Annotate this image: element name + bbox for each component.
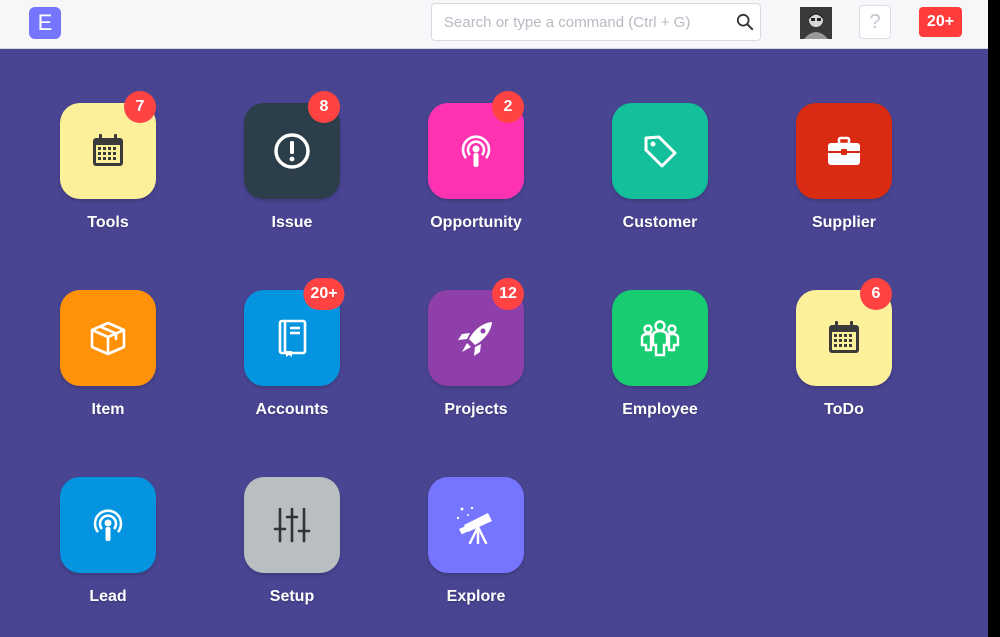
calendar-icon: [93, 134, 123, 166]
people-icon: [640, 320, 680, 357]
app-tools[interactable]: 7 Tools: [28, 91, 188, 263]
calendar-icon: [829, 321, 859, 353]
app-todo[interactable]: 6 ToDo: [764, 278, 924, 450]
app-employee[interactable]: Employee: [580, 290, 740, 450]
search-input[interactable]: [444, 4, 724, 40]
app-label[interactable]: Lead: [28, 588, 188, 606]
app-lead[interactable]: Lead: [28, 477, 188, 637]
search-icon[interactable]: [736, 13, 754, 31]
briefcase-icon: [828, 136, 860, 165]
app-customer[interactable]: Customer: [580, 103, 740, 263]
notification-count-badge: 20+: [303, 278, 345, 310]
app-label[interactable]: Tools: [28, 214, 188, 232]
app-tile[interactable]: [428, 477, 524, 573]
notification-count-badge: 8: [308, 91, 340, 123]
app-setup[interactable]: Setup: [212, 477, 372, 637]
app-label[interactable]: Issue: [212, 214, 372, 232]
notification-count-badge: 6: [860, 278, 892, 310]
app-label[interactable]: Projects: [396, 401, 556, 419]
notification-count-badge: 7: [124, 91, 156, 123]
navbar: E ? 20+: [0, 0, 988, 49]
user-avatar-icon: [800, 7, 832, 39]
app-label[interactable]: Supplier: [764, 214, 924, 232]
app-projects[interactable]: 12 Projects: [396, 278, 556, 450]
tag-icon: [644, 135, 677, 168]
app-label[interactable]: Opportunity: [396, 214, 556, 232]
app-tile[interactable]: [60, 290, 156, 386]
app-label[interactable]: Employee: [580, 401, 740, 419]
app-logo[interactable]: E: [29, 7, 61, 39]
app-tile[interactable]: [612, 290, 708, 386]
app-tile[interactable]: [612, 103, 708, 199]
telescope-icon: [456, 506, 492, 545]
app-label[interactable]: Setup: [212, 588, 372, 606]
app-label[interactable]: Customer: [580, 214, 740, 232]
app-tile[interactable]: [60, 477, 156, 573]
help-button[interactable]: ?: [859, 5, 891, 39]
broadcast-icon: [461, 135, 491, 167]
app-tile[interactable]: [244, 477, 340, 573]
app-label[interactable]: Accounts: [212, 401, 372, 419]
desktop: 7 Tools 8 Issue 2 Opportunity Customer Supp…: [0, 49, 988, 637]
app-label[interactable]: ToDo: [764, 401, 924, 419]
app-supplier[interactable]: Supplier: [764, 103, 924, 263]
search-box[interactable]: [431, 3, 761, 41]
app-tile[interactable]: [796, 103, 892, 199]
book-icon: [278, 319, 307, 357]
app-explore[interactable]: Explore: [396, 477, 556, 637]
notification-count-badge: 12: [492, 278, 524, 310]
app-accounts[interactable]: 20+ Accounts: [212, 278, 372, 450]
package-icon: [90, 321, 126, 356]
app-opportunity[interactable]: 2 Opportunity: [396, 91, 556, 263]
broadcast-icon: [93, 509, 123, 541]
avatar[interactable]: [800, 7, 832, 39]
app-item[interactable]: Item: [28, 290, 188, 450]
sliders-icon: [273, 507, 311, 543]
app-issue[interactable]: 8 Issue: [212, 91, 372, 263]
app-label[interactable]: Explore: [396, 588, 556, 606]
notifications-badge[interactable]: 20+: [919, 7, 962, 37]
alert-circle-icon: [274, 133, 310, 169]
notification-count-badge: 2: [492, 91, 524, 123]
rocket-icon: [458, 322, 492, 356]
app-label[interactable]: Item: [28, 401, 188, 419]
